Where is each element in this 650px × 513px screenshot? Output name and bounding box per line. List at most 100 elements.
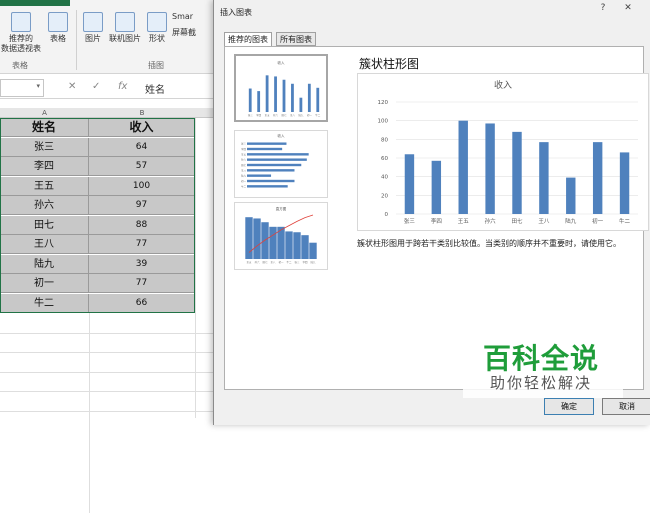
column-header-c[interactable] [195, 108, 213, 118]
x-tick-label: 孙六 [485, 217, 497, 225]
table-cell-income[interactable]: 97 [89, 196, 195, 215]
header-cell-name[interactable]: 姓名 [0, 118, 89, 137]
table-cell-income[interactable]: 77 [89, 235, 195, 254]
insert-function-icon[interactable]: fx [118, 81, 127, 92]
cancel-button[interactable]: 取消 [602, 398, 650, 415]
thumb-y-label: 孙六 [241, 158, 247, 162]
table-cell-name[interactable]: 牛二 [0, 293, 89, 313]
watermark-subtitle: 助你轻松解决 [490, 374, 593, 392]
table-cell-name[interactable]: 李四 [0, 157, 89, 176]
table-button[interactable]: 表格 [44, 12, 72, 44]
thumb-y-label: 田七 [241, 163, 247, 167]
thumb-hbar [247, 185, 288, 188]
thumb-pareto-bar [269, 226, 277, 259]
table-cell-name[interactable]: 王五 [0, 176, 89, 196]
table-cell-name[interactable]: 田七 [0, 215, 89, 235]
thumb-x-label: 张三 [248, 113, 254, 117]
thumbnail-column-chart: 收入张三 李四 王五 孙六 田七 王八 陆九 初一 牛二 [248, 60, 321, 117]
bar [619, 152, 630, 214]
thumbnail-bar-chart: 收入张三李四王五孙六田七王八陆九初一牛二 [241, 133, 309, 188]
thumb-pareto-bar [301, 235, 309, 259]
thumb-x-label: 陆九 [298, 113, 304, 117]
cancel-entry-icon[interactable]: ✕ [68, 81, 76, 92]
table-cell-name[interactable]: 张三 [0, 137, 89, 157]
table-cell-name[interactable]: 孙六 [0, 196, 89, 215]
thumb-hbar [247, 153, 309, 156]
dialog-title: 插入图表 [220, 8, 252, 17]
shapes-icon [147, 12, 167, 32]
thumb-title: 收入 [278, 60, 286, 65]
table-cell-income[interactable]: 77 [89, 274, 195, 293]
thumbnail-clustered-column[interactable]: 收入 张三 李四 王五 孙六 田七 王八 陆九 初一 牛二 [234, 54, 328, 122]
thumb-hbar [247, 158, 307, 161]
table-cell-name[interactable]: 初一 [0, 274, 89, 293]
selected-chart-name: 簇状柱形图 [359, 57, 420, 71]
column-header-a[interactable]: A [0, 108, 89, 118]
thumb-bar [299, 97, 303, 112]
thumb-bar [248, 88, 252, 112]
tab-all-charts[interactable]: 所有图表 [276, 32, 316, 46]
table-cell-income[interactable]: 100 [89, 176, 195, 196]
group-tables-label: 表格 [12, 61, 28, 70]
bar [404, 154, 415, 214]
thumbnail-clustered-bar[interactable]: 收入 张三 李四 王五 孙六 田七 王八 陆九 初一 牛二 [234, 130, 328, 198]
group-illustrations-label: 插图 [148, 61, 164, 70]
chart-title: 收入 [494, 79, 512, 91]
y-tick-label: 20 [381, 193, 388, 199]
thumb-x-label: 王五 [265, 114, 271, 117]
pictures-label: 图片 [85, 34, 101, 43]
name-box[interactable]: ▾ [0, 79, 44, 97]
screenshot-button[interactable]: 屏幕截 [172, 28, 212, 38]
table-cell-name[interactable]: 王八 [0, 235, 89, 254]
thumb-x-label: 田七 [281, 113, 287, 117]
ok-button[interactable]: 确定 [544, 398, 594, 415]
online-pictures-label: 联机图片 [109, 34, 141, 43]
thumb-bar [316, 87, 320, 112]
tab-recommended-charts[interactable]: 推荐的图表 [224, 32, 272, 47]
thumb-x-label: 王五 [246, 261, 252, 264]
thumb-x-label: 牛二 [315, 113, 321, 117]
grid-line [0, 332, 213, 334]
help-icon[interactable]: ? [595, 3, 611, 17]
y-tick-label: 100 [378, 119, 389, 125]
table-cell-income[interactable]: 64 [89, 137, 195, 157]
header-cell-income[interactable]: 收入 [89, 118, 195, 137]
column-header-b[interactable]: B [89, 108, 195, 118]
table-cell-income[interactable]: 66 [89, 293, 195, 313]
x-tick-label: 陆九 [565, 217, 577, 225]
thumb-title: 收入 [278, 133, 286, 138]
thumb-y-label: 张三 [241, 142, 247, 146]
thumb-y-label: 王八 [241, 169, 247, 172]
bar [512, 131, 522, 214]
x-tick-label: 张三 [404, 217, 416, 225]
thumb-x-label: 王八 [270, 261, 276, 264]
grid-line [0, 391, 213, 392]
thumb-x-label: 陆九 [310, 260, 316, 264]
thumbnail-histogram[interactable]: 直方图 王五 孙六 田七 王八 初一 牛二 张三 李四 陆九 [234, 202, 328, 270]
recommended-pivot-button[interactable]: 推荐的 数据透视表 [0, 12, 42, 54]
pictures-button[interactable]: 图片 [80, 12, 106, 44]
formula-input[interactable]: 姓名 [145, 81, 165, 96]
shapes-button[interactable]: 形状 [144, 12, 170, 44]
thumb-x-label: 孙六 [273, 113, 279, 117]
table-cell-name[interactable]: 陆九 [0, 254, 89, 274]
x-tick-label: 初一 [592, 217, 604, 225]
smartart-button[interactable]: Smar [172, 12, 212, 22]
x-tick-label: 李四 [431, 217, 442, 225]
grid-line [89, 313, 90, 513]
table-cell-income[interactable]: 88 [89, 215, 195, 235]
chevron-down-icon: ▾ [36, 82, 40, 90]
thumb-x-label: 初一 [307, 113, 313, 117]
confirm-entry-icon[interactable]: ✓ [92, 81, 100, 92]
thumb-x-label: 王八 [290, 114, 296, 117]
bar [485, 123, 495, 214]
preview-column-chart: 收入 0 20 40 60 80 100 120 张三 李四 王五 孙六 田七 王八 陆九 初一 牛二 [378, 79, 638, 225]
close-icon[interactable]: ✕ [619, 3, 637, 17]
table-cell-income[interactable]: 39 [89, 254, 195, 274]
thumb-bar [291, 83, 294, 112]
table-cell-income[interactable]: 57 [89, 157, 195, 176]
online-pictures-button[interactable]: 联机图片 [107, 12, 143, 44]
grid-line [0, 410, 213, 412]
ribbon-divider [76, 10, 77, 70]
bar [431, 160, 442, 214]
